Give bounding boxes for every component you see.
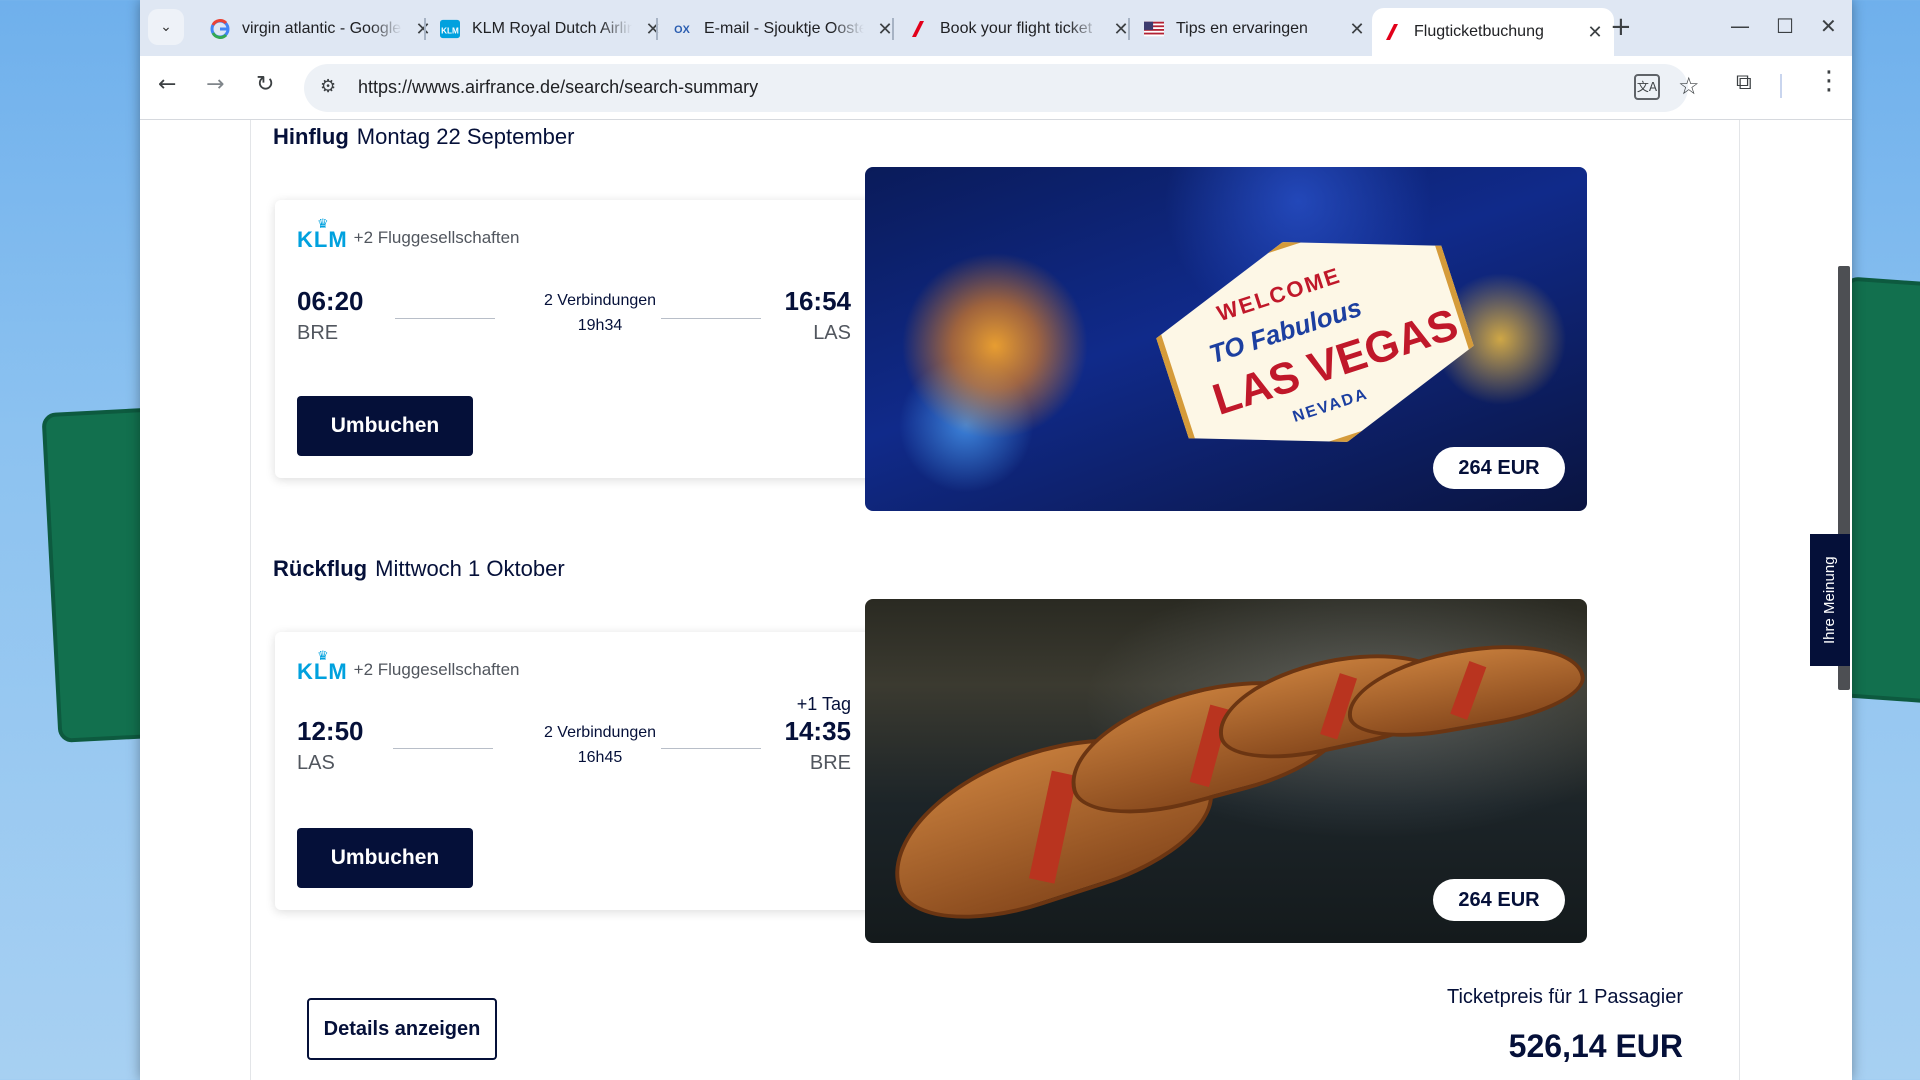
toolbar-divider [1780, 74, 1782, 98]
maximize-icon[interactable]: ☐ [1776, 14, 1794, 38]
tab-email[interactable]: OX E-mail - Sjouktje Oosterhof ✕ [662, 8, 904, 50]
air-france-icon [908, 19, 928, 39]
outbound-heading: Hinflug Montag 22 September [273, 124, 574, 150]
ox-mail-icon: OX [672, 19, 692, 39]
tab-title: Flugticketbuchung [1414, 23, 1544, 40]
departure-code: BRE [297, 322, 339, 344]
tab-klm[interactable]: KLM KLM Royal Dutch Airlines ✕ [430, 8, 672, 50]
svg-text:OX: OX [674, 24, 690, 36]
route-line [661, 318, 761, 319]
tab-title: virgin atlantic - Google [242, 20, 402, 37]
departure-time: 12:50 [297, 716, 364, 746]
connections: 2 Verbindungen [543, 292, 657, 309]
rowing-boats-image: 264 EUR [865, 599, 1587, 943]
close-icon[interactable]: ✕ [1348, 19, 1366, 40]
outbound-date: Montag 22 September [356, 124, 575, 149]
plus-day-note: +1 Tag [796, 694, 851, 714]
us-flag-icon [1144, 19, 1164, 39]
tab-search-button[interactable]: ⌄ [148, 9, 184, 45]
airline-name: KLM [297, 659, 348, 684]
tab-separator [1128, 18, 1130, 40]
air-france-icon [1382, 22, 1402, 42]
site-settings-icon[interactable]: ⚙ [320, 76, 336, 97]
tab-separator [424, 18, 426, 40]
reload-icon[interactable]: ↻ [256, 72, 274, 97]
extensions-icon[interactable]: ⧉ [1736, 70, 1752, 95]
window-close-icon[interactable]: ✕ [1820, 14, 1837, 38]
outbound-price-badge: 264 EUR [1433, 447, 1565, 489]
return-date: Mittwoch 1 Oktober [375, 556, 565, 581]
outbound-label: Hinflug [273, 124, 349, 149]
browser-toolbar: ← → ↻ ⚙ https://wwws.airfrance.de/search… [140, 56, 1852, 120]
tab-title: KLM Royal Dutch Airlines [472, 20, 632, 37]
page-content: Hinflug Montag 22 September ♛ KLM +2 Flug… [250, 120, 1740, 1080]
arrival-time: 14:35 [784, 716, 852, 746]
feedback-tab[interactable]: Ihre Meinung [1810, 534, 1850, 666]
tab-tips[interactable]: Tips en ervaringen ✕ [1134, 8, 1376, 50]
airline-row: ♛ KLM +2 Fluggesellschaften [297, 649, 520, 684]
klm-logo: ♛ KLM [297, 217, 348, 252]
bookmark-star-icon[interactable]: ☆ [1678, 72, 1700, 100]
details-button[interactable]: Details anzeigen [307, 998, 497, 1060]
tab-book-flight[interactable]: Book your flight ticket ✕ [898, 8, 1140, 50]
welcome-sign: WELCOME TO Fabulous LAS VEGAS NEVADA [1140, 196, 1490, 488]
connection-info: 2 Verbindungen 19h34 [515, 288, 685, 338]
airline-row: ♛ KLM +2 Fluggesellschaften [297, 217, 520, 252]
departure-time: 06:20 [297, 286, 364, 316]
close-icon[interactable]: ✕ [644, 19, 662, 40]
airline-name: KLM [297, 227, 348, 252]
ticket-total-price: 526,14 EUR [1508, 1028, 1683, 1064]
route-line [395, 318, 495, 319]
tab-separator [656, 18, 658, 40]
boat-seat [1028, 770, 1078, 884]
ticket-price-label: Ticketpreis für 1 Passagier [1446, 986, 1683, 1008]
route-line [393, 748, 493, 749]
tab-title: Book your flight ticket [940, 20, 1093, 37]
arrival-code: LAS [813, 322, 851, 344]
connection-info: 2 Verbindungen 16h45 [515, 720, 685, 770]
airline-extra: +2 Fluggesellschaften [353, 660, 520, 679]
address-bar[interactable]: ⚙ https://wwws.airfrance.de/search/searc… [304, 64, 1700, 112]
close-icon[interactable]: ✕ [1586, 22, 1604, 43]
klm-logo: ♛ KLM [297, 649, 348, 684]
route-line [661, 748, 761, 749]
return-heading: Rückflug Mittwoch 1 Oktober [273, 556, 565, 582]
tab-title: E-mail - Sjouktje Oosterhof [704, 20, 864, 37]
tab-strip: ⌄ virgin atlantic - Google ✕ KLM KLM Roy… [140, 0, 1852, 56]
browser-window: ⌄ virgin atlantic - Google ✕ KLM KLM Roy… [140, 0, 1852, 1080]
menu-dots-icon[interactable]: ⋮ [1816, 66, 1842, 96]
arrival-code: BRE [809, 752, 851, 774]
las-vegas-image: WELCOME TO Fabulous LAS VEGAS NEVADA 264… [865, 167, 1587, 511]
tab-title: Tips en ervaringen [1176, 20, 1308, 37]
back-arrow-icon[interactable]: ← [158, 72, 176, 97]
rebook-button[interactable]: Umbuchen [297, 828, 473, 888]
url-text[interactable]: https://wwws.airfrance.de/search/search-… [358, 77, 758, 98]
klm-icon: KLM [440, 19, 460, 39]
airline-extra: +2 Fluggesellschaften [353, 228, 520, 247]
departure-code: LAS [297, 752, 335, 774]
minimize-icon[interactable]: — [1730, 14, 1750, 38]
tab-virgin-atlantic[interactable]: virgin atlantic - Google ✕ [200, 8, 442, 50]
duration: 19h34 [577, 317, 623, 334]
return-label: Rückflug [273, 556, 368, 581]
svg-text:KLM: KLM [441, 27, 459, 36]
return-price-badge: 264 EUR [1433, 879, 1565, 921]
google-icon [210, 19, 230, 39]
rebook-button[interactable]: Umbuchen [297, 396, 473, 456]
chevron-down-icon: ⌄ [160, 19, 172, 35]
duration: 16h45 [577, 749, 623, 766]
boat-seat [1450, 661, 1487, 720]
new-tab-button[interactable]: + [1610, 12, 1632, 42]
tab-flugticketbuchung[interactable]: Flugticketbuchung ✕ [1372, 8, 1614, 56]
boat-shape [1339, 628, 1587, 750]
connections: 2 Verbindungen [543, 724, 657, 741]
translate-icon[interactable]: 文A [1634, 74, 1660, 100]
arrival-time: 16:54 [784, 286, 852, 316]
tab-separator [892, 18, 894, 40]
forward-arrow-icon[interactable]: → [206, 72, 224, 97]
